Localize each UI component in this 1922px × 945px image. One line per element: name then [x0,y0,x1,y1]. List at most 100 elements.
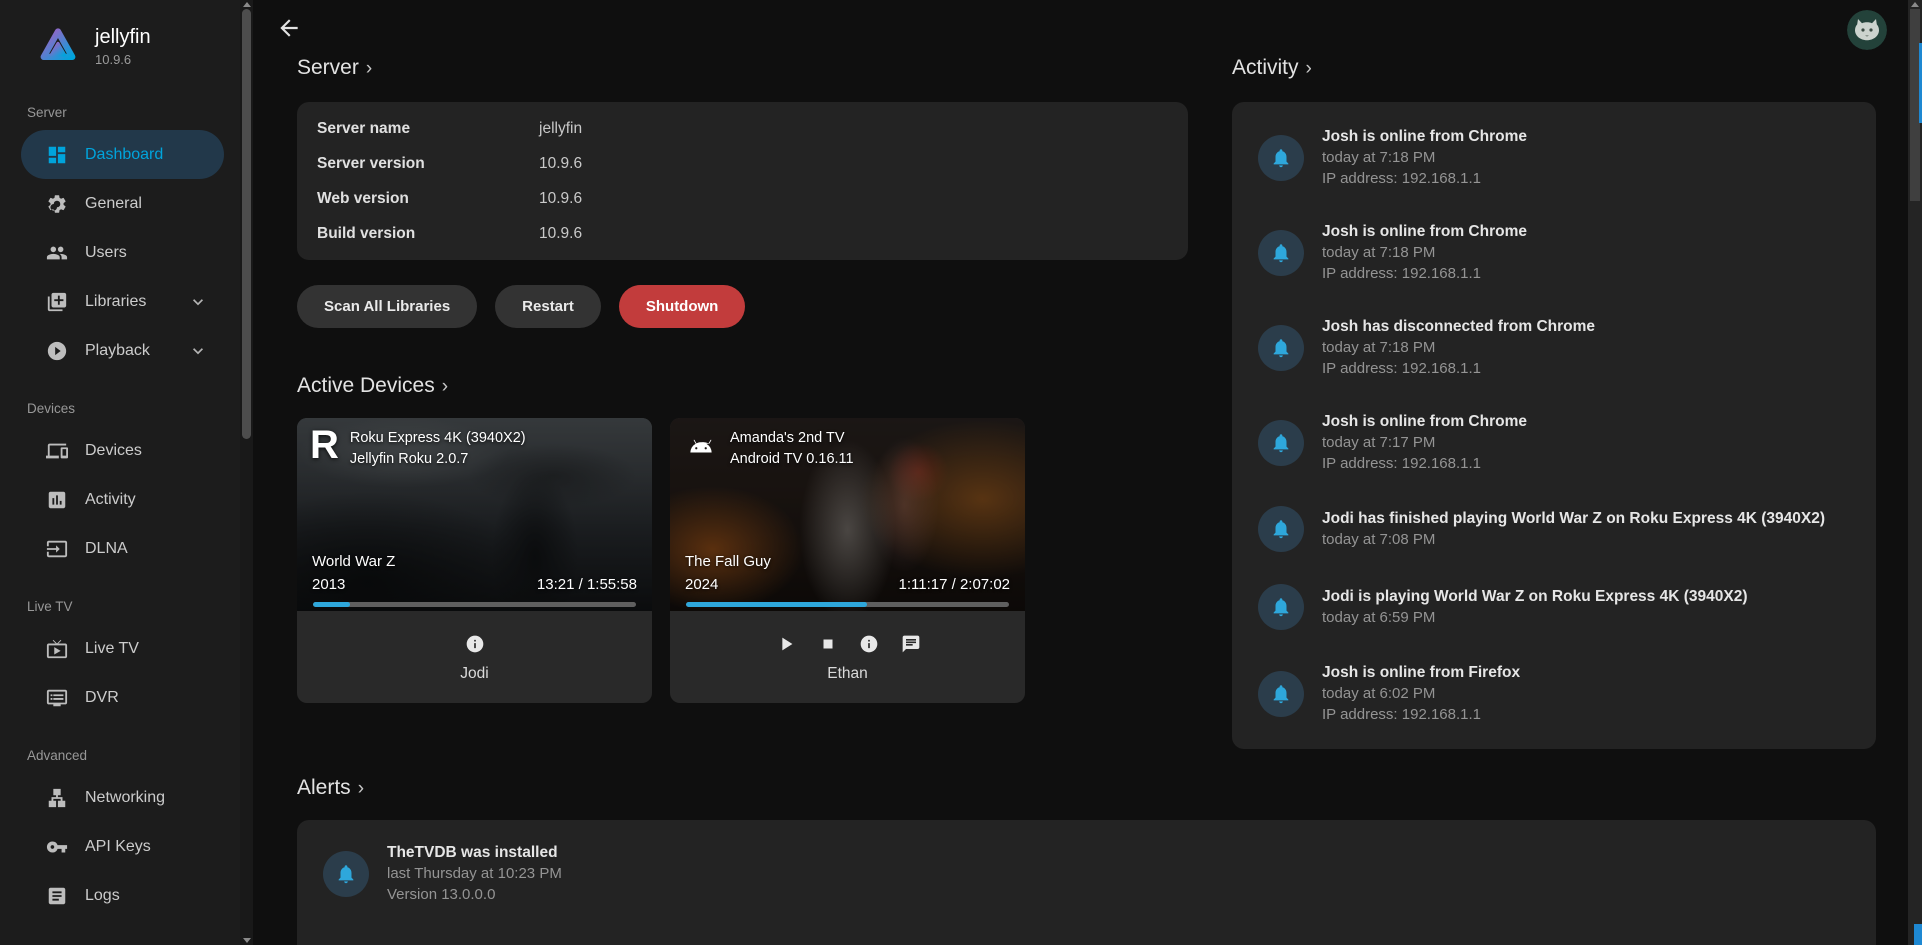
device-card-controls: Ethan [670,611,1025,703]
activity-entry-time: today at 6:02 PM [1322,683,1520,704]
alerts-heading[interactable]: Alerts › [297,776,1876,800]
sidebar-item-logs[interactable]: Logs [21,871,224,920]
activity-entry: Josh is online from Chrome today at 7:18… [1232,110,1876,205]
client-version: Jellyfin Roku 2.0.7 [350,449,526,470]
bell-icon [1258,584,1304,630]
alerts-title: Alerts [297,776,351,800]
server-name-row: Server name jellyfin [317,111,1168,146]
app-version: 10.9.6 [95,52,151,67]
sidebar-section-server: Server [0,105,240,120]
now-playing-info: World War Z 2013 13:21 / 1:55:58 [312,551,637,596]
activity-entry-time: today at 7:18 PM [1322,337,1595,358]
sidebar-item-api-keys[interactable]: API Keys [21,822,224,871]
media-year: 2024 [685,574,771,597]
activity-entry-time: today at 7:18 PM [1322,242,1527,263]
device-name: Roku Express 4K (3940X2) [350,428,526,449]
scrollbar-up-button[interactable] [1911,2,1919,7]
server-version-row: Server version 10.9.6 [317,146,1168,181]
scrollbar-up-button[interactable] [243,2,251,7]
server-info-card: Server name jellyfin Server version 10.9… [297,102,1188,260]
server-section-heading[interactable]: Server › [297,56,1188,80]
activity-entry: Josh is online from Chrome today at 7:17… [1232,395,1876,490]
stop-icon[interactable] [819,635,837,653]
sidebar-item-devices[interactable]: Devices [21,426,224,475]
activity-heading[interactable]: Activity › [1232,56,1876,80]
bell-icon [1258,671,1304,717]
device-name: Amanda's 2nd TV [730,428,854,449]
jellyfin-logo-icon [39,26,77,66]
bell-icon [323,851,369,897]
media-title: World War Z [312,551,395,574]
web-version-row: Web version 10.9.6 [317,181,1168,216]
chevron-right-icon: › [358,776,364,800]
scan-all-libraries-button[interactable]: Scan All Libraries [297,285,477,328]
sidebar-item-dashboard[interactable]: Dashboard [21,130,224,179]
device-card-roku[interactable]: R Roku Express 4K (3940X2) Jellyfin Roku… [297,418,652,703]
movie-backdrop-world-war-z: R Roku Express 4K (3940X2) Jellyfin Roku… [297,418,652,611]
server-section-title: Server [297,56,359,80]
media-year: 2013 [312,574,395,597]
user-avatar[interactable] [1847,10,1887,50]
sidebar-scrollbar-thumb[interactable] [242,9,251,439]
chevron-down-icon[interactable] [188,292,208,312]
alert-entry: TheTVDB was installed last Thursday at 1… [297,822,1876,925]
session-user: Jodi [460,665,488,683]
activity-entry-title: Josh is online from Chrome [1322,411,1527,432]
client-version: Android TV 0.16.11 [730,449,854,470]
sidebar-item-networking[interactable]: Networking [21,773,224,822]
device-card-header: Amanda's 2nd TV Android TV 0.16.11 [683,428,1015,471]
sidebar-item-general[interactable]: General [21,179,224,228]
sidebar-section-advanced: Advanced [0,748,240,763]
sidebar-item-activity[interactable]: Activity [21,475,224,524]
scrollbar-down-button[interactable] [243,938,251,943]
playback-progress-fill [313,602,350,607]
sidebar-item-users[interactable]: Users [21,228,224,277]
app-name: jellyfin [95,26,151,48]
playback-progress-bar [686,602,1009,607]
alert-title: TheTVDB was installed [387,842,562,863]
activity-entry: Josh is online from Chrome today at 7:18… [1232,205,1876,300]
playback-time: 1:11:17 / 2:07:02 [899,574,1010,597]
back-button[interactable] [276,15,304,43]
play-circle-icon [46,340,68,362]
sidebar-section-livetv: Live TV [0,599,240,614]
activity-entry-time: today at 7:17 PM [1322,432,1527,453]
devices-icon [46,440,68,462]
device-card-android-tv[interactable]: Amanda's 2nd TV Android TV 0.16.11 The F… [670,418,1025,703]
activity-entry-title: Josh is online from Chrome [1322,126,1527,147]
sidebar-item-live-tv[interactable]: Live TV [21,624,224,673]
shutdown-button[interactable]: Shutdown [619,285,745,328]
activity-entry-title: Josh is online from Chrome [1322,221,1527,242]
play-icon[interactable] [775,633,797,655]
activity-entry-title: Josh is online from Firefox [1322,662,1520,683]
sidebar-item-dvr[interactable]: DVR [21,673,224,722]
alert-time: last Thursday at 10:23 PM [387,863,562,884]
sidebar-item-libraries[interactable]: Libraries [21,277,224,326]
network-icon [46,787,68,809]
input-icon [46,538,68,560]
session-user: Ethan [827,665,868,683]
activity-entry-ip: IP address: 192.168.1.1 [1322,453,1527,474]
page-scrollbar[interactable] [1908,0,1922,945]
active-devices-heading[interactable]: Active Devices › [297,374,1188,398]
sidebar-item-dlna[interactable]: DLNA [21,524,224,573]
sidebar-section-devices: Devices [0,401,240,416]
app-logo-row: jellyfin 10.9.6 [0,0,240,67]
alerts-section: Alerts › TheTVDB was installed last Thur… [297,776,1876,945]
live-tv-icon [46,638,68,660]
info-icon[interactable] [859,634,879,654]
activity-entry-ip: IP address: 192.168.1.1 [1322,358,1595,379]
restart-button[interactable]: Restart [495,285,601,328]
activity-entry: Josh is online from Firefox today at 6:0… [1232,646,1876,741]
activity-entry: Josh has disconnected from Chrome today … [1232,300,1876,395]
activity-entry-ip: IP address: 192.168.1.1 [1322,704,1520,725]
activity-section: Activity › Josh is online from Chrome to… [1232,56,1876,749]
message-icon[interactable] [901,634,921,654]
info-icon[interactable] [465,634,485,654]
chevron-down-icon[interactable] [188,341,208,361]
activity-card: Josh is online from Chrome today at 7:18… [1232,102,1876,749]
chevron-right-icon: › [442,374,448,398]
sidebar-item-playback[interactable]: Playback [21,326,224,375]
sidebar-scrollbar[interactable] [240,0,253,945]
library-add-icon [46,291,68,313]
